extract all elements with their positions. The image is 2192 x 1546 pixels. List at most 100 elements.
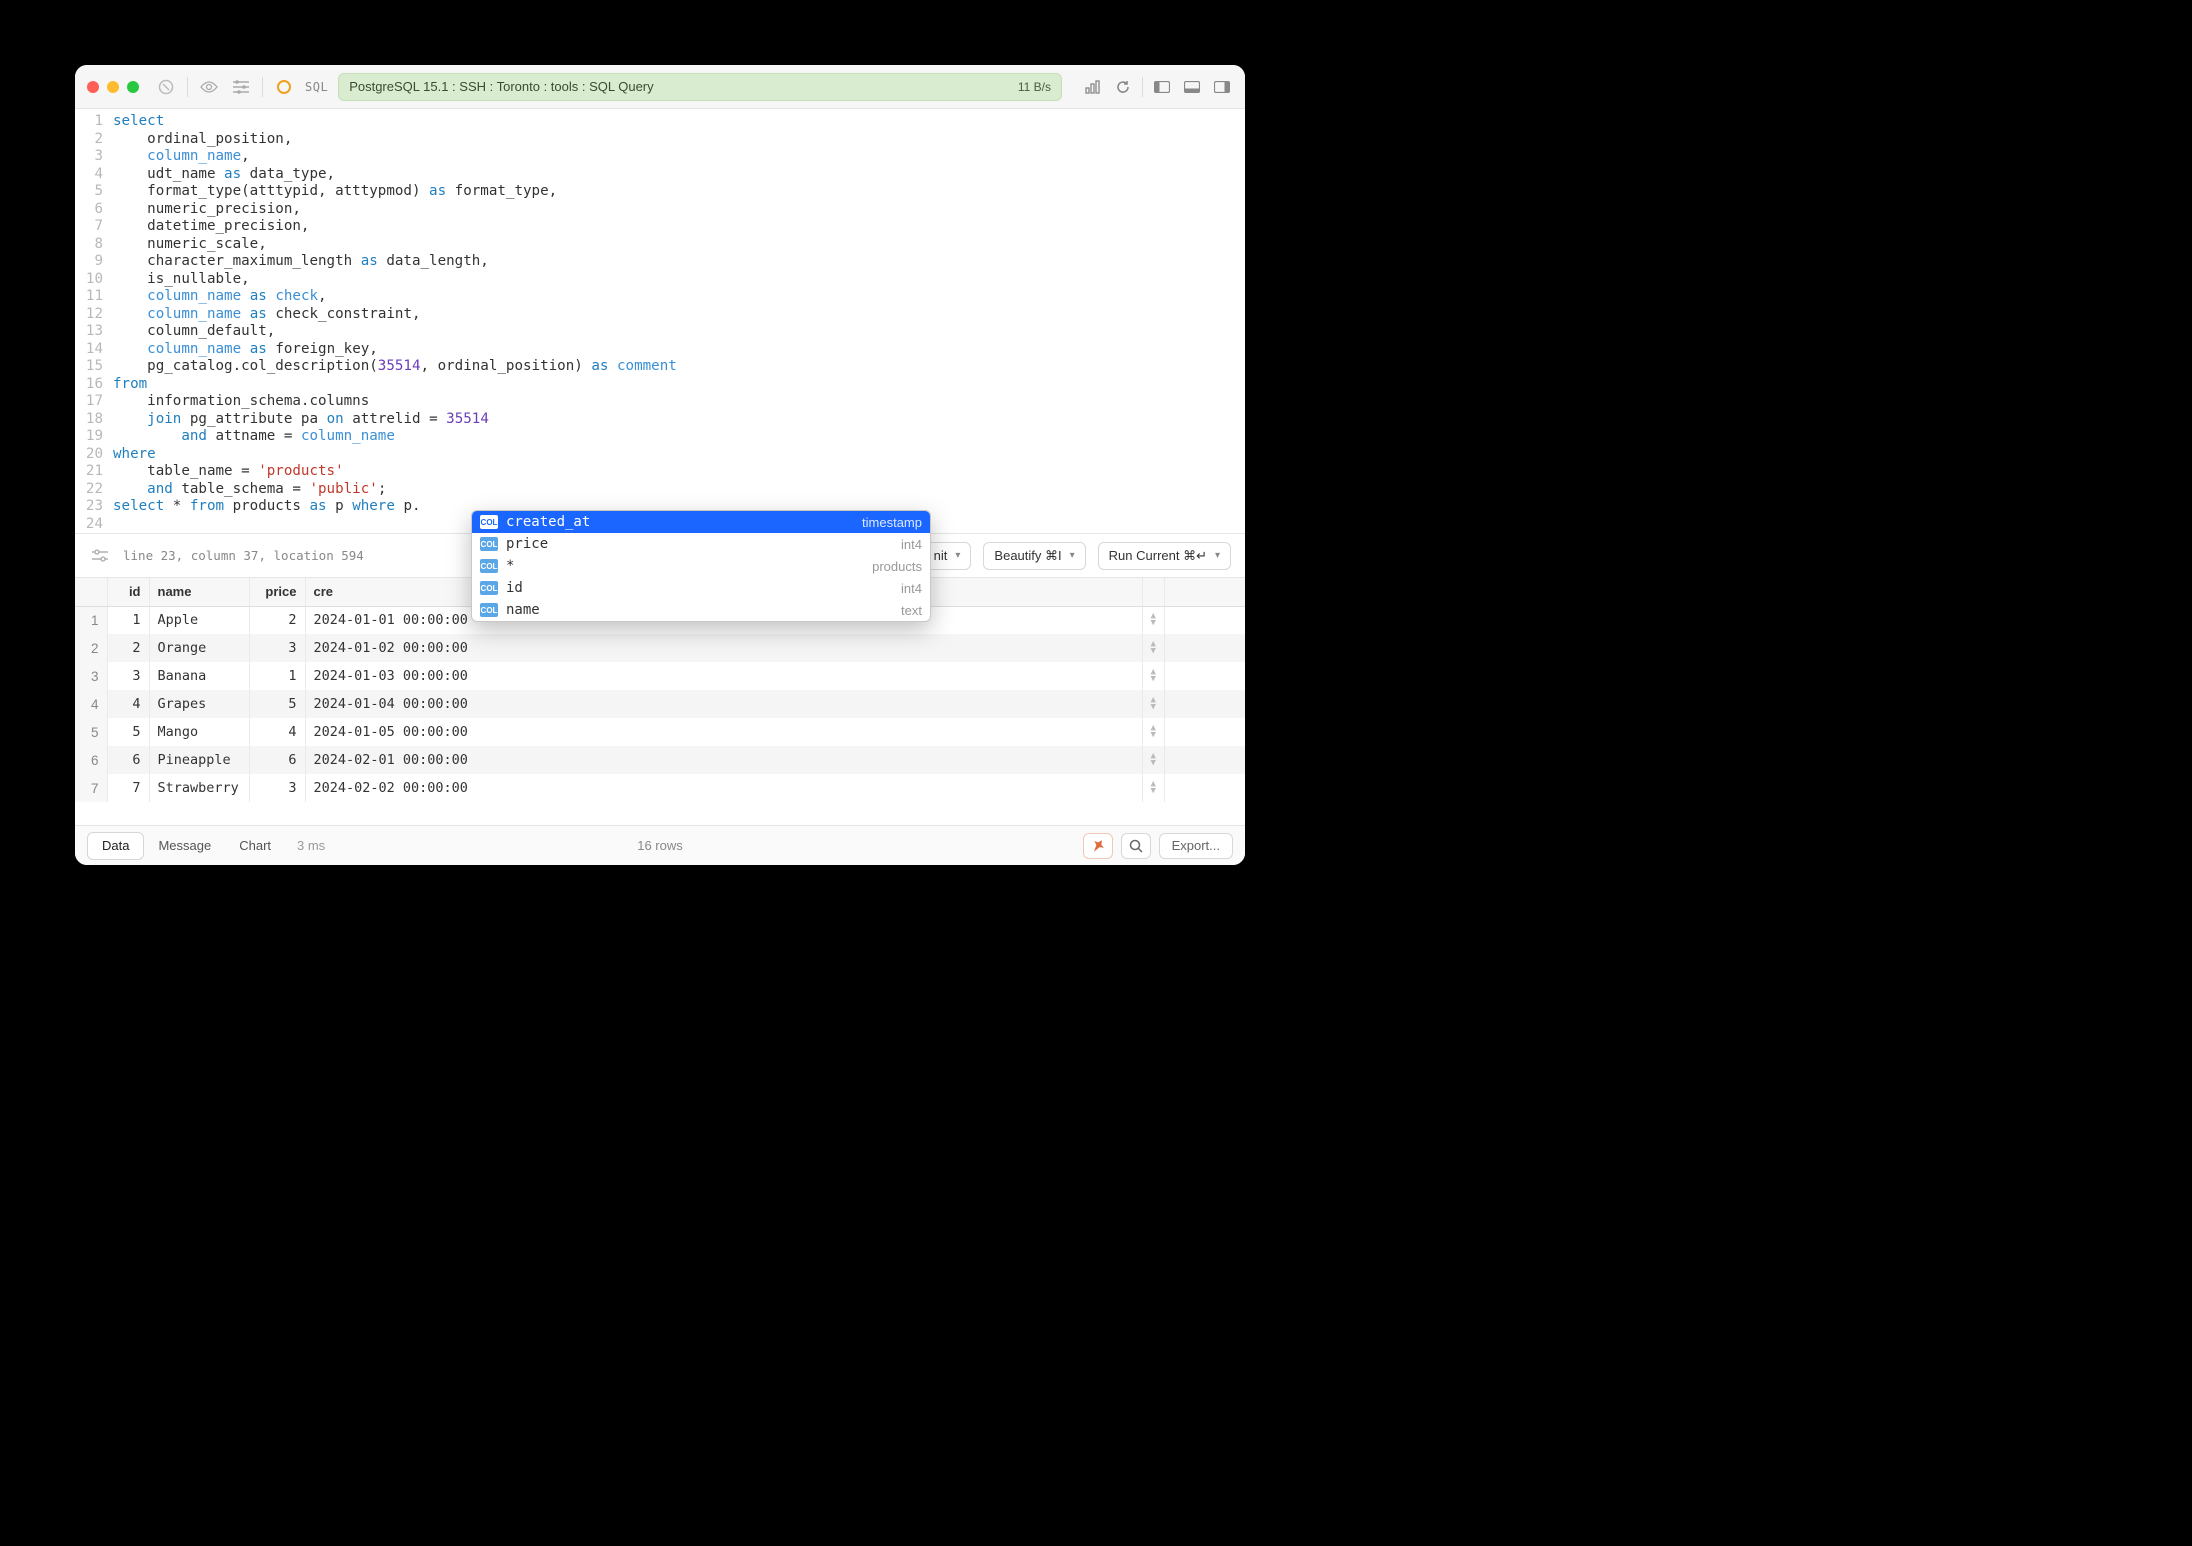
export-button[interactable]: Export... [1159,833,1233,859]
cell-id[interactable]: 5 [107,718,149,746]
column-header[interactable]: name [149,578,249,606]
cell-id[interactable]: 4 [107,690,149,718]
cell-name[interactable]: Strawberry [149,774,249,802]
cell-price[interactable]: 5 [249,690,305,718]
autocomplete-item[interactable]: COL*products [472,555,930,577]
autocomplete-type: int4 [901,581,922,596]
autocomplete-name: name [506,602,893,618]
connection-chip[interactable]: PostgreSQL 15.1 : SSH : Toronto : tools … [338,73,1062,101]
cell-created-at[interactable]: 2024-01-04 00:00:00 [305,690,1142,718]
stepper-icon[interactable]: ▲▼ [1142,746,1164,774]
cell-id[interactable]: 1 [107,606,149,634]
row-number: 1 [75,606,107,634]
cursor-location: line 23, column 37, location 594 [123,548,364,563]
cell-created-at[interactable]: 2024-02-01 00:00:00 [305,746,1142,774]
cell-price[interactable]: 1 [249,662,305,690]
cell-id[interactable]: 2 [107,634,149,662]
table-row[interactable]: 55Mango42024-01-05 00:00:00▲▼ [75,718,1245,746]
autocomplete-type: timestamp [862,515,922,530]
chart-icon[interactable] [1082,76,1104,98]
autocomplete-type: products [872,559,922,574]
row-number: 2 [75,634,107,662]
row-number: 3 [75,662,107,690]
cell-price[interactable]: 6 [249,746,305,774]
sql-editor[interactable]: 123456789101112131415161718192021222324 … [75,109,1245,533]
settings-icon[interactable] [89,545,111,567]
status-circle-icon[interactable] [273,76,295,98]
row-number: 5 [75,718,107,746]
results-tab-chart[interactable]: Chart [225,832,285,860]
connection-rate: 11 B/s [1018,80,1051,94]
window-controls [87,81,139,93]
cell-name[interactable]: Banana [149,662,249,690]
cell-created-at[interactable]: 2024-02-02 00:00:00 [305,774,1142,802]
panel-left-icon[interactable] [1151,76,1173,98]
chevron-down-icon: ▾ [955,550,960,561]
cell-name[interactable]: Orange [149,634,249,662]
stepper-icon[interactable]: ▲▼ [1142,718,1164,746]
cell-name[interactable]: Pineapple [149,746,249,774]
results-tab-data[interactable]: Data [87,832,144,860]
autocomplete-type: text [901,603,922,618]
chevron-down-icon: ▾ [1215,550,1220,561]
autocomplete-item[interactable]: COL price int4 [472,533,930,555]
app-window: SQL PostgreSQL 15.1 : SSH : Toronto : to… [75,65,1245,865]
stepper-icon[interactable]: ▲▼ [1142,774,1164,802]
cell-created-at[interactable]: 2024-01-05 00:00:00 [305,718,1142,746]
column-header[interactable]: id [107,578,149,606]
column-badge-icon: COL [480,515,498,529]
separator [187,77,188,97]
table-row[interactable]: 33Banana12024-01-03 00:00:00▲▼ [75,662,1245,690]
column-header[interactable]: price [249,578,305,606]
line-gutter: 123456789101112131415161718192021222324 [75,113,113,533]
column-badge-icon: COL [480,537,498,551]
code-area[interactable]: select ordinal_position, column_name, ud… [113,113,1245,533]
eye-icon[interactable] [198,76,220,98]
stepper-icon[interactable]: ▲▼ [1142,690,1164,718]
toolbar-right [1082,76,1233,98]
results-tab-message[interactable]: Message [144,832,225,860]
cell-id[interactable]: 6 [107,746,149,774]
table-row[interactable]: 44Grapes52024-01-04 00:00:00▲▼ [75,690,1245,718]
maximize-button[interactable] [127,81,139,93]
pin-icon[interactable] [1083,833,1113,859]
beautify-button[interactable]: Beautify ⌘I ▾ [983,542,1085,570]
stop-icon[interactable] [155,76,177,98]
cell-price[interactable]: 4 [249,718,305,746]
column-badge-icon: COL [480,603,498,617]
autocomplete-popup[interactable]: COLcreated_attimestampCOLpriceint4COL*pr… [471,510,931,622]
table-row[interactable]: 77Strawberry32024-02-02 00:00:00▲▼ [75,774,1245,802]
autocomplete-item[interactable]: COLidint4 [472,577,930,599]
panel-right-icon[interactable] [1211,76,1233,98]
minimize-button[interactable] [107,81,119,93]
run-button[interactable]: Run Current ⌘↵ ▾ [1098,542,1231,570]
row-number: 6 [75,746,107,774]
cell-price[interactable]: 3 [249,774,305,802]
panel-bottom-icon[interactable] [1181,76,1203,98]
cell-id[interactable]: 3 [107,662,149,690]
cell-created-at[interactable]: 2024-01-02 00:00:00 [305,634,1142,662]
table-row[interactable]: 66Pineapple62024-02-01 00:00:00▲▼ [75,746,1245,774]
cell-name[interactable]: Mango [149,718,249,746]
stepper-icon[interactable]: ▲▼ [1142,606,1164,634]
table-row[interactable]: 22Orange32024-01-02 00:00:00▲▼ [75,634,1245,662]
autocomplete-item[interactable]: COLcreated_attimestamp [472,511,930,533]
cell-price[interactable]: 3 [249,634,305,662]
stepper-icon[interactable]: ▲▼ [1142,662,1164,690]
cell-price[interactable]: 2 [249,606,305,634]
cell-name[interactable]: Grapes [149,690,249,718]
cell-id[interactable]: 7 [107,774,149,802]
cell-created-at[interactable]: 2024-01-03 00:00:00 [305,662,1142,690]
stepper-icon[interactable]: ▲▼ [1142,634,1164,662]
column-badge-icon: COL [480,559,498,573]
search-icon[interactable] [1121,833,1151,859]
autocomplete-name: price [506,536,893,552]
settings-lines-icon[interactable] [230,76,252,98]
cell-name[interactable]: Apple [149,606,249,634]
autocomplete-item[interactable]: COL name text [472,599,930,621]
separator [262,77,263,97]
autocomplete-type: int4 [901,537,922,552]
close-button[interactable] [87,81,99,93]
refresh-icon[interactable] [1112,76,1134,98]
connection-label: PostgreSQL 15.1 : SSH : Toronto : tools … [349,79,653,94]
